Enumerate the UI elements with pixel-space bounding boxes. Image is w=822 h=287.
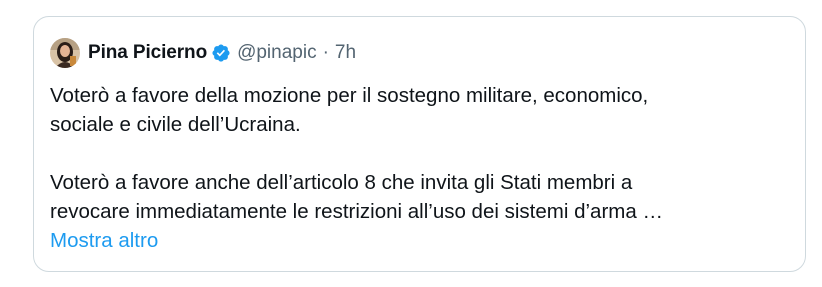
- author-name[interactable]: Pina Picierno: [88, 42, 207, 64]
- avatar[interactable]: [50, 38, 80, 68]
- tweet-text: Voterò a favore della mozione per il sos…: [50, 81, 790, 255]
- quoted-tweet-card[interactable]: Pina Picierno @pinapic · 7h Voterò a fav…: [33, 16, 806, 272]
- show-more-link[interactable]: Mostra altro: [50, 226, 790, 255]
- verified-badge-icon: [211, 43, 231, 63]
- meta-separator: ·: [322, 42, 329, 63]
- tweet-timestamp[interactable]: 7h: [335, 42, 356, 64]
- tweet-text-line: revocare immediatamente le restrizioni a…: [50, 200, 663, 223]
- author-handle[interactable]: @pinapic: [237, 42, 317, 64]
- tweet-text-line: Voterò a favore anche dell’articolo 8 ch…: [50, 171, 633, 194]
- tweet-text-line: sociale e civile dell’Ucraina.: [50, 113, 301, 136]
- tweet-header: Pina Picierno @pinapic · 7h: [50, 37, 356, 69]
- tweet-text-line: Voterò a favore della mozione per il sos…: [50, 84, 649, 107]
